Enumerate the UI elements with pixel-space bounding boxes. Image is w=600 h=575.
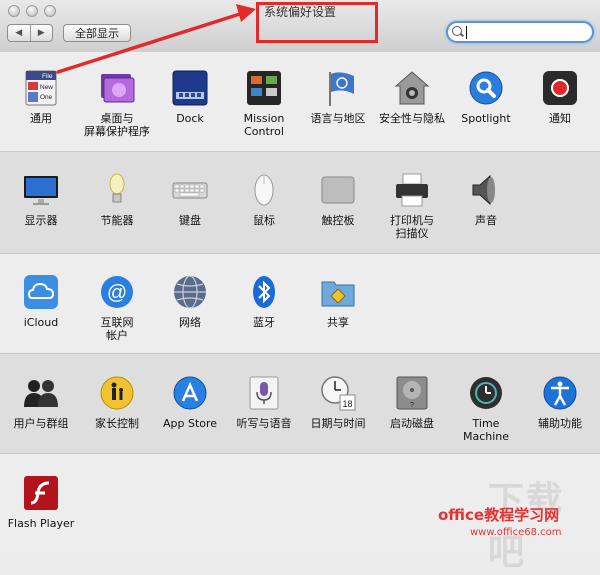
- annotation-arrow-icon: [56, 4, 256, 74]
- system-preferences-window: 系统偏好设置 ◀ ▶ 全部显示 File New One 通用 桌面与 屏幕保护…: [0, 0, 600, 573]
